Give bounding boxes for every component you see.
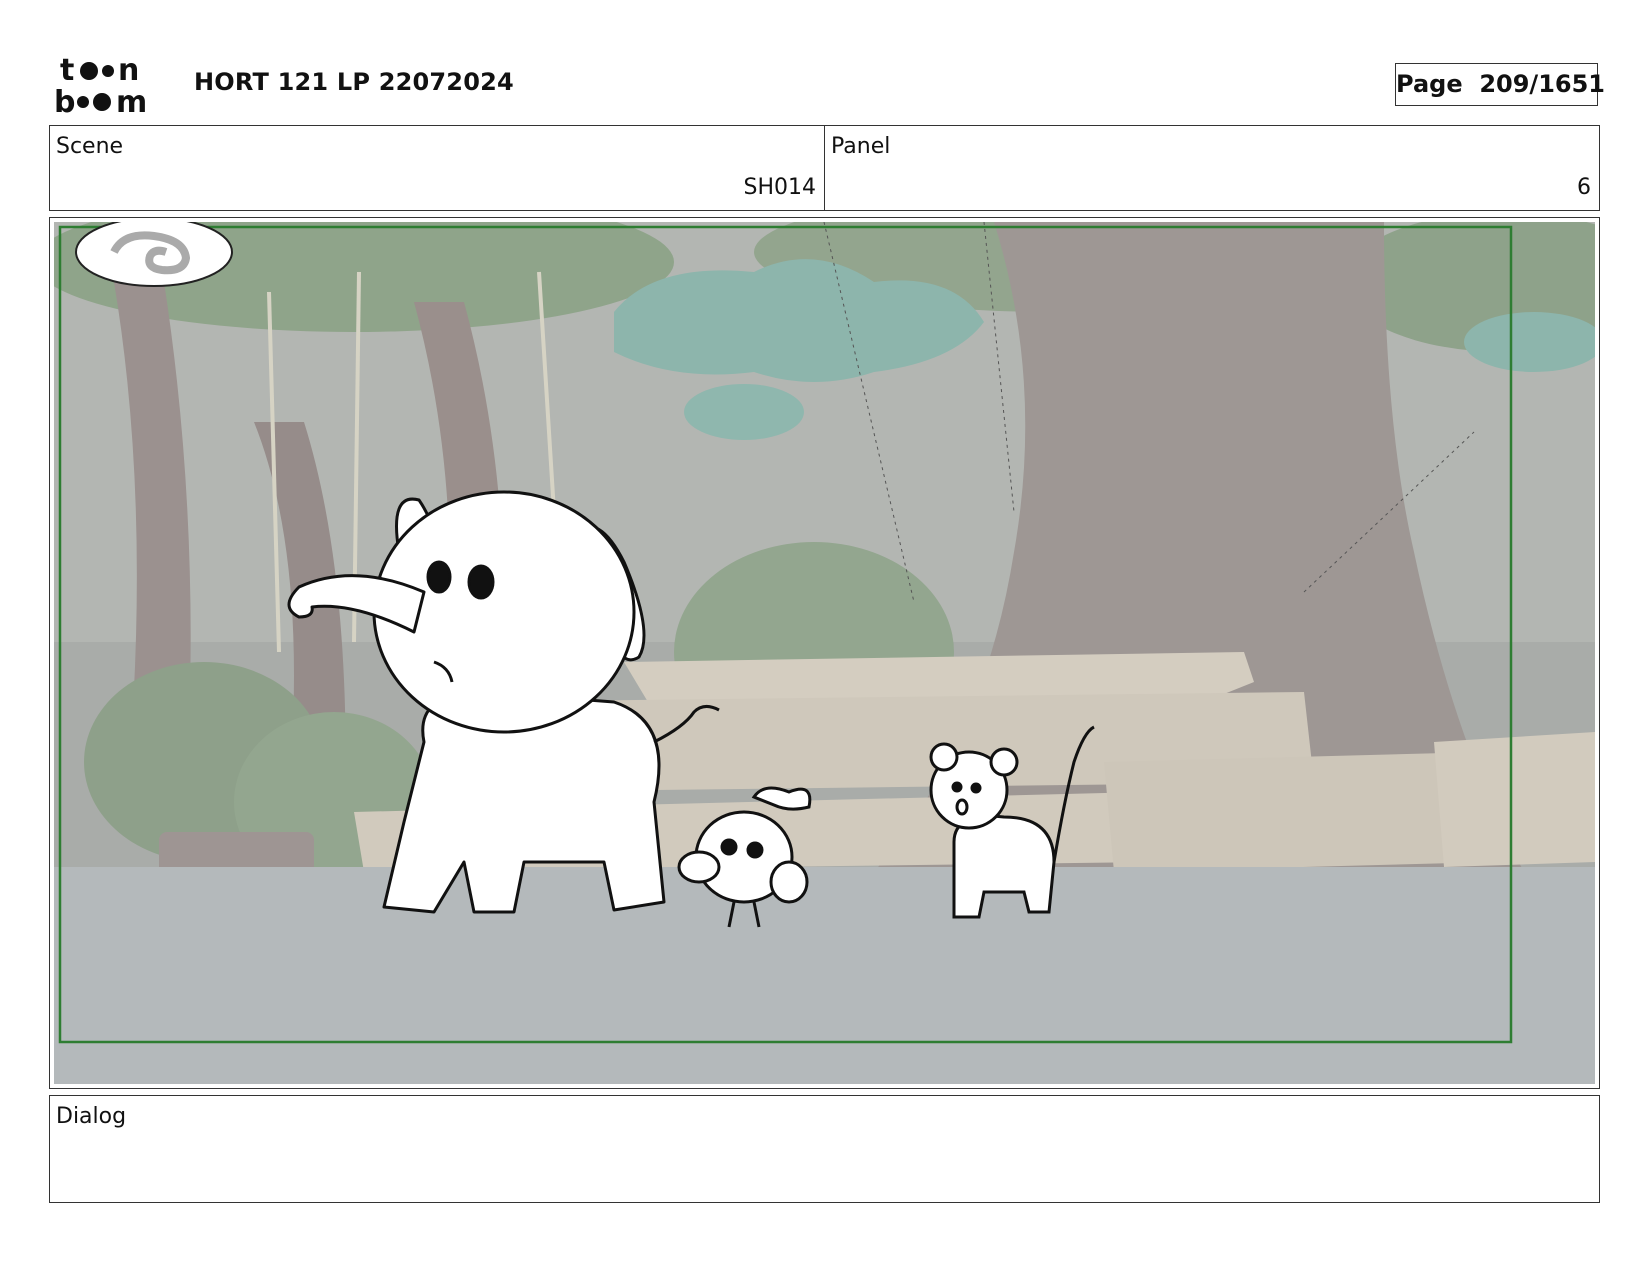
scene-cell: Scene SH014 (50, 126, 824, 210)
svg-text:m: m (116, 85, 147, 116)
storyboard-panel (49, 217, 1600, 1089)
scene-panel-row: Scene SH014 Panel 6 (49, 125, 1600, 211)
toon-boom-logo: t n b m (54, 54, 147, 116)
svg-text:n: n (118, 54, 139, 88)
page-number: 209/1651 (1479, 70, 1605, 98)
page-label: Page (1396, 70, 1463, 98)
svg-text:t: t (60, 54, 74, 88)
scene-label: Scene (56, 134, 124, 159)
page-indicator: Page 209/1651 (1395, 63, 1605, 106)
panel-label: Panel (831, 134, 891, 159)
panel-artwork (54, 222, 1595, 1084)
project-title: HORT 121 LP 22072024 (194, 68, 514, 96)
svg-text:b: b (54, 85, 75, 116)
dialog-box: Dialog (49, 1095, 1600, 1203)
panel-value: 6 (1577, 175, 1591, 200)
swirl-logo-icon (75, 222, 233, 287)
panel-cell: Panel 6 (824, 126, 1599, 210)
dialog-label: Dialog (56, 1104, 127, 1129)
scene-value: SH014 (743, 175, 817, 200)
